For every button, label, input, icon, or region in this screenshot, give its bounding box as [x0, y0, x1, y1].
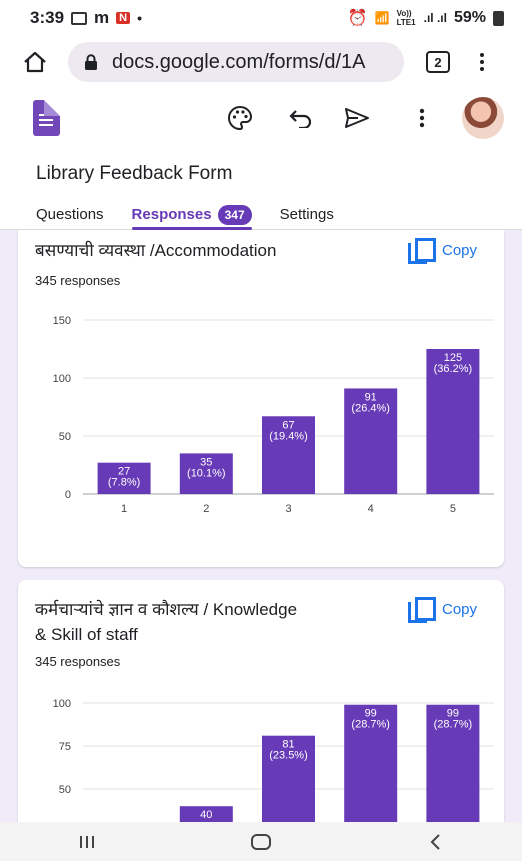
- avatar[interactable]: [462, 97, 504, 139]
- tab-settings[interactable]: Settings: [280, 199, 334, 230]
- response-count: 345 responses: [35, 654, 121, 669]
- y-tick-label: 100: [53, 698, 71, 710]
- form-title: Library Feedback Form: [36, 163, 233, 184]
- question-summary-card: कर्मचाऱ्यांचे ज्ञान व कौशल्य / Knowledge…: [18, 580, 504, 861]
- bar-data-label: 40: [200, 809, 212, 821]
- send-icon[interactable]: [343, 104, 371, 132]
- recent-apps-icon[interactable]: [72, 831, 102, 853]
- url-text: docs.google.com/forms/d/1A: [112, 50, 366, 73]
- y-tick-label: 150: [53, 315, 71, 327]
- copy-icon: [408, 597, 436, 623]
- back-icon[interactable]: [420, 831, 450, 853]
- x-tick-label: 1: [121, 503, 127, 515]
- y-tick-label: 50: [59, 431, 71, 443]
- y-tick-label: 75: [59, 741, 71, 753]
- lock-icon: [84, 53, 100, 71]
- battery-percent: 59%: [453, 9, 486, 26]
- wifi-icon: 📶: [374, 11, 390, 25]
- network-label: Vo)) LTE1: [396, 9, 416, 27]
- y-tick-label: 50: [59, 784, 71, 796]
- copy-chart-button[interactable]: Copy: [408, 597, 477, 623]
- copy-icon: [408, 238, 436, 264]
- signal-icon: .ıl .ıl: [423, 11, 447, 25]
- news-app-icon: N: [116, 12, 131, 24]
- tab-switcher-button[interactable]: 2: [426, 51, 450, 73]
- question-title-line2: & Skill of staff: [35, 625, 138, 644]
- m-icon: m: [94, 8, 110, 27]
- x-tick-label: 3: [285, 503, 291, 515]
- battery-icon: [493, 10, 504, 26]
- y-tick-label: 0: [65, 489, 71, 501]
- tab-questions[interactable]: Questions: [36, 199, 104, 230]
- x-tick-label: 4: [368, 503, 374, 515]
- x-tick-label: 5: [450, 503, 456, 515]
- copy-chart-button[interactable]: Copy: [408, 238, 477, 264]
- status-time: 3:39: [30, 8, 65, 27]
- google-forms-logo[interactable]: [33, 100, 60, 136]
- notification-dot-icon: •: [137, 10, 143, 26]
- browser-toolbar: docs.google.com/forms/d/1A 2: [0, 36, 522, 88]
- bar-chart: 050100150127 (7.8%)235 (10.1%)367 (19.4%)49…: [53, 315, 494, 515]
- question-summary-card: बसण्याची व्यवस्था /Accommodation Copy 34…: [18, 230, 504, 567]
- system-navigation-bar: [0, 822, 522, 861]
- more-options-icon[interactable]: [408, 104, 436, 132]
- home-button-icon[interactable]: [246, 831, 276, 853]
- undo-icon[interactable]: [287, 104, 315, 132]
- question-title: कर्मचाऱ्यांचे ज्ञान व कौशल्य / Knowledge: [35, 600, 298, 619]
- browser-menu-icon[interactable]: [480, 53, 486, 71]
- y-tick-label: 100: [53, 373, 71, 385]
- form-tabs: Questions Responses 347 Settings: [36, 199, 334, 230]
- gallery-icon: [71, 11, 88, 25]
- forms-header: Library Feedback Form Questions Response…: [0, 88, 522, 230]
- x-tick-label: 2: [203, 503, 209, 515]
- status-bar: 3:39 m N • ⏰ 📶 Vo)) LTE1 .ıl .ıl 59%: [0, 0, 522, 36]
- address-bar[interactable]: docs.google.com/forms/d/1A: [68, 42, 404, 82]
- responses-count-badge: 347: [217, 204, 252, 225]
- palette-icon[interactable]: [226, 104, 254, 132]
- tab-responses[interactable]: Responses 347: [131, 199, 252, 230]
- home-icon[interactable]: [22, 49, 48, 75]
- response-count: 345 responses: [35, 273, 121, 288]
- question-title: बसण्याची व्यवस्था /Accommodation: [35, 241, 277, 260]
- alarm-icon: ⏰: [347, 10, 368, 27]
